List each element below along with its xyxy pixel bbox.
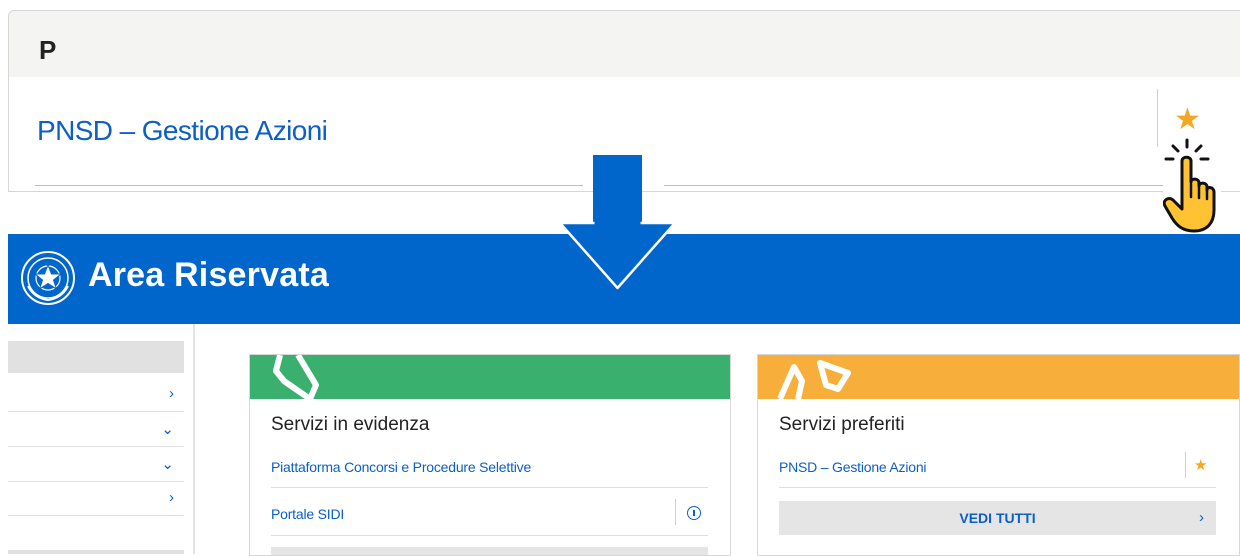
zoom-service-link[interactable]: PNSD – Gestione Azioni [37, 115, 328, 147]
italian-republic-emblem-icon [21, 251, 75, 305]
separator [675, 499, 676, 525]
card-header-band [250, 355, 730, 399]
favorite-star-icon[interactable]: ★ [1174, 105, 1201, 135]
divider [779, 487, 1216, 488]
card-title: Servizi preferiti [779, 414, 905, 435]
info-icon[interactable] [687, 506, 701, 520]
chevron-right-icon: › [169, 489, 174, 506]
sidebar-item[interactable]: ⌄ [8, 447, 184, 482]
card-title: Servizi in evidenza [271, 414, 430, 435]
sidebar-header [8, 341, 184, 373]
chevron-down-icon: ⌄ [161, 421, 174, 438]
highlighted-services-card: Servizi in evidenza Piattaforma Concorsi… [249, 354, 731, 556]
service-link[interactable]: Piattaforma Concorsi e Procedure Seletti… [271, 459, 531, 475]
section-letter: P [39, 35, 57, 65]
view-all-label: VEDI TUTTI [959, 510, 1036, 526]
divider [271, 487, 708, 488]
star-icon[interactable]: ★ [1194, 458, 1207, 473]
card-header-band [758, 355, 1239, 399]
sidebar-item[interactable]: ⌄ [8, 412, 184, 447]
row-underline-left [35, 185, 583, 186]
divider [271, 535, 708, 536]
favorite-service-link[interactable]: PNSD – Gestione Azioni [779, 459, 927, 475]
sidebar-item[interactable]: › [8, 481, 184, 516]
view-all-button[interactable]: VEDI TUTTI › [779, 501, 1216, 535]
page-title: Area Riservata [88, 256, 329, 294]
megaphone-icon [273, 355, 319, 399]
row-underline-right [664, 185, 1164, 186]
hand-pointer-icon [1163, 135, 1221, 235]
thumbs-up-icon [777, 360, 851, 399]
service-link[interactable]: Portale SIDI [271, 506, 344, 522]
chevron-right-icon: › [169, 385, 174, 402]
favorite-services-card: Servizi preferiti PNSD – Gestione Azioni… [757, 354, 1240, 556]
arrow-down-icon [560, 155, 675, 290]
separator [1185, 452, 1186, 478]
sidebar-item[interactable]: › [8, 377, 184, 412]
sidebar-divider [193, 324, 195, 554]
separator [1157, 89, 1158, 147]
chevron-right-icon: › [1199, 509, 1204, 526]
sidebar: › ⌄ ⌄ › [8, 324, 194, 554]
chevron-down-icon: ⌄ [161, 456, 174, 473]
sidebar-footer [8, 550, 184, 554]
